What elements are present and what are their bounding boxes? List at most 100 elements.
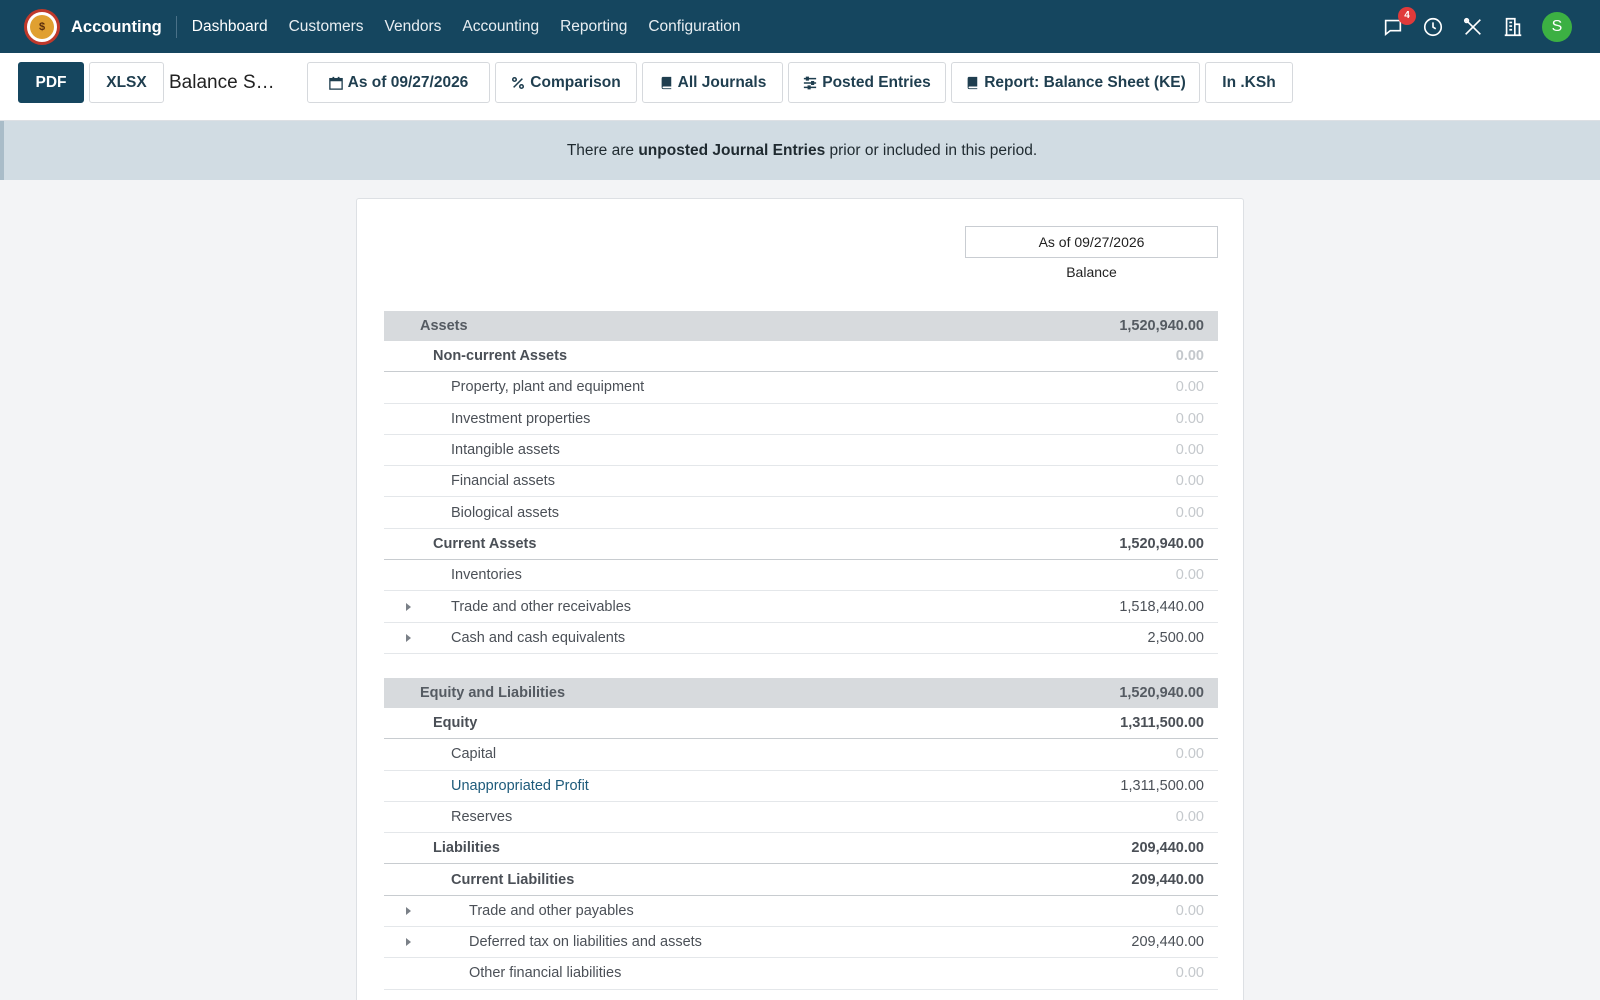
line-label[interactable]: Unappropriated Profit [451,778,589,794]
spacer-row [384,654,1218,678]
report-lines: Assets 1,520,940.00 Non-current Assets 0.00… [384,311,1218,990]
caret-right-icon[interactable] [406,602,411,611]
report-line: Equity 1,311,500.00 [384,708,1218,740]
report-line: Other financial liabilities 0.00 [384,958,1218,990]
line-label: Deferred tax on liabilities and assets [469,934,702,951]
line-amount: 2,500.00 [1147,629,1204,646]
line-label: Capital [451,746,497,763]
xlsx-button[interactable]: XLSX [89,62,164,103]
line-amount: 1,311,500.00 [1120,715,1204,732]
line-label: Intangible assets [451,442,560,459]
line-amount: 0.00 [1175,473,1204,490]
caret-right-icon[interactable] [406,633,411,642]
entries-button[interactable]: Posted Entries [788,62,946,103]
systray: 4 S [1364,6,1572,42]
report-sheet: As of 09/27/2026 Balance Assets 1,520,940… [356,198,1244,1000]
report-line: Liabilities 209,440.00 [384,833,1218,865]
report-line[interactable]: Trade and other payables 0.00 [384,896,1218,928]
calendar-icon [328,76,343,90]
app-logo-icon[interactable]: $ [24,8,60,45]
menu-vendors[interactable]: Vendors [385,0,442,53]
caret-right-icon[interactable] [406,906,411,915]
line-label: Non-current Assets [433,348,568,365]
unposted-entries-warning: There are unposted Journal Entries prior… [0,121,1600,180]
report-line[interactable]: Trade and other receivables 1,518,440.00 [384,591,1218,623]
report-line[interactable]: Unappropriated Profit 1,311,500.00 [384,771,1218,802]
report-line: Investment properties 0.00 [384,404,1218,435]
main-menu: Dashboard Customers Vendors Accounting R… [192,0,762,53]
sliders-icon [804,76,817,89]
menu-reporting[interactable]: Reporting [560,0,627,53]
chat-icon[interactable]: 4 [1382,6,1416,38]
line-label: Trade and other receivables [451,598,632,615]
line-amount: 1,311,500.00 [1120,777,1204,794]
report-variant-label: Report: Balance Sheet (KE) [984,73,1186,91]
line-label: Inventories [451,567,522,584]
report-line: Intangible assets 0.00 [384,435,1218,467]
line-label: Equity [433,715,478,732]
entries-label: Posted Entries [822,73,931,91]
report-line: Assets 1,520,940.00 [384,311,1218,341]
line-amount: 1,520,940.00 [1119,684,1204,701]
menu-customers[interactable]: Customers [289,0,364,53]
line-label: Cash and cash equivalents [451,629,626,646]
line-amount: 209,440.00 [1131,871,1204,888]
report-line: Non-current Assets 0.00 [384,341,1218,373]
line-amount: 0.00 [1175,965,1204,982]
column-balance-header: Balance [1066,264,1117,280]
notification-badge: 4 [1398,6,1416,25]
book-icon [967,76,978,89]
menu-accounting[interactable]: Accounting [462,0,539,53]
warning-bold: unposted Journal Entries [638,141,826,159]
line-label: Property, plant and equipment [451,379,645,396]
line-label: Financial assets [451,473,555,490]
comparison-label: Comparison [530,73,621,91]
date-filter-button[interactable]: As of 09/27/2026 [307,62,490,103]
company-building-icon[interactable] [1502,16,1524,38]
control-panel: PDF XLSX Balance Sheet As of 09/27/2026 … [0,53,1600,121]
report-line: Reserves 0.00 [384,802,1218,834]
top-navbar: $ Accounting Dashboard Customers Vendors… [0,0,1600,53]
line-label: Biological assets [451,504,559,521]
line-amount: 1,520,940.00 [1119,535,1204,552]
clock-icon[interactable] [1422,16,1444,38]
journals-button[interactable]: All Journals [642,62,783,103]
comparison-button[interactable]: Comparison [495,62,637,103]
tools-icon[interactable] [1462,16,1484,38]
line-label: Other financial liabilities [469,965,622,982]
currency-button[interactable]: In .KSh [1205,62,1293,103]
report-line: Capital 0.00 [384,739,1218,771]
line-amount: 209,440.00 [1131,934,1204,951]
menu-dashboard[interactable]: Dashboard [192,0,268,53]
user-avatar[interactable]: S [1542,11,1572,42]
line-label: Reserves [451,809,513,825]
report-line[interactable]: Deferred tax on liabilities and assets 20… [384,927,1218,959]
pdf-button[interactable]: PDF [18,62,84,103]
caret-right-icon[interactable] [406,938,411,947]
line-amount: 0.00 [1175,379,1204,396]
report-line[interactable]: Cash and cash equivalents 2,500.00 [384,623,1218,654]
report-line: Current Liabilities 209,440.00 [384,864,1218,896]
journals-label: All Journals [677,73,767,91]
warning-suffix: prior or included in this period. [825,141,1038,159]
report-line: Current Assets 1,520,940.00 [384,529,1218,561]
line-label: Investment properties [451,410,591,427]
column-date-header[interactable]: As of 09/27/2026 [965,226,1218,258]
line-amount: 1,518,440.00 [1119,598,1204,615]
report-variant-button[interactable]: Report: Balance Sheet (KE) [951,62,1200,103]
report-title: Balance Sheet [169,72,279,93]
menu-configuration[interactable]: Configuration [648,0,740,53]
line-amount: 0.00 [1175,567,1204,584]
money-bag-icon: $ [30,14,54,39]
line-amount: 0.00 [1175,902,1204,919]
percent-icon [512,76,525,89]
line-label: Assets [420,318,468,334]
warning-prefix: There are [566,141,639,159]
app-name[interactable]: Accounting [71,15,177,38]
line-label: Current Assets [433,535,537,552]
line-amount: 0.00 [1175,809,1204,825]
line-amount: 1,520,940.00 [1119,318,1204,334]
line-label: Trade and other payables [469,902,634,919]
book-icon [661,76,671,89]
line-label: Liabilities [433,840,500,857]
